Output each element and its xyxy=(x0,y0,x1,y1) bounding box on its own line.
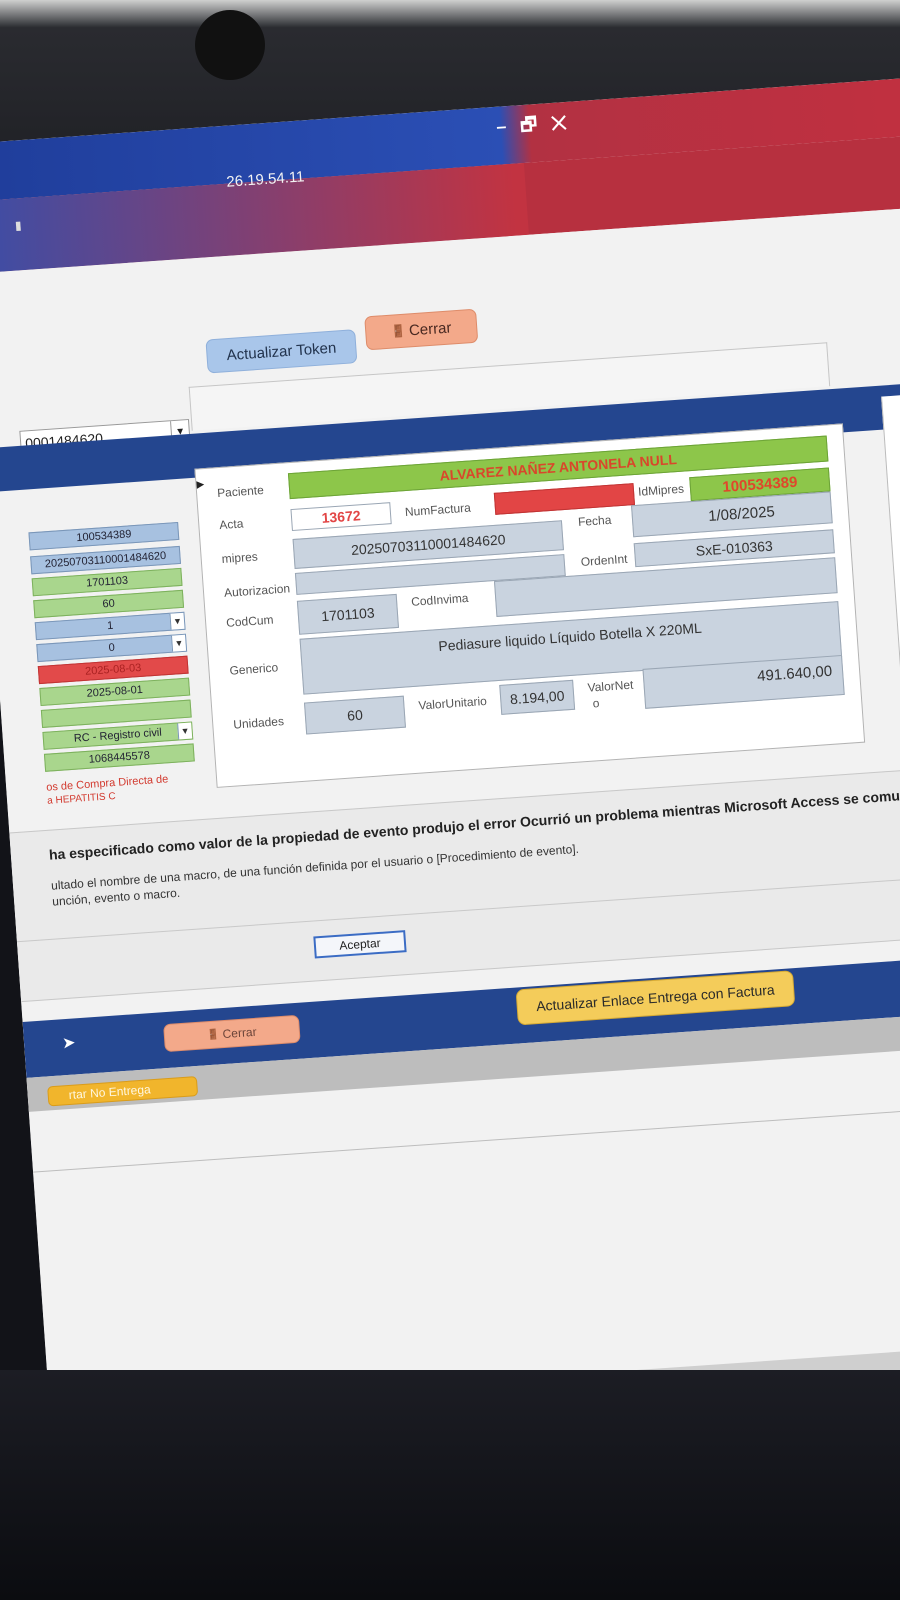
monitor-bezel-bottom xyxy=(0,1370,900,1600)
signal-icon: ▮ xyxy=(14,218,23,233)
left-list-item-text: 1701103 xyxy=(85,574,129,590)
label-generico: Generico xyxy=(229,660,279,678)
label-paciente: Paciente xyxy=(216,482,265,501)
valorunitario-field[interactable]: 8.194,00 xyxy=(499,679,576,715)
cerrar-button[interactable]: 🚪 Cerrar xyxy=(364,308,479,351)
access-window: 26.19.54.11 ▮ –🗗✕ Actualizar Token 🚪 Cer… xyxy=(0,75,900,1432)
restore-icon[interactable]: 🗗 xyxy=(520,113,552,135)
codcum-field[interactable]: 1701103 xyxy=(296,593,399,635)
label-autorizacion: Autorizacion xyxy=(223,581,291,600)
left-list-item-text: 1068445578 xyxy=(88,749,151,766)
door-icon: 🚪 xyxy=(390,323,407,339)
left-list-item-text: RC - Registro civil xyxy=(73,726,163,745)
chevron-down-icon[interactable]: ▼ xyxy=(170,634,187,652)
label-numfactura: NumFactura xyxy=(404,500,472,520)
left-list-item-text: 2025-08-03 xyxy=(84,661,142,678)
webcam xyxy=(195,10,265,80)
door-icon: 🚪 xyxy=(206,1028,221,1041)
actualizar-token-button[interactable]: Actualizar Token xyxy=(205,329,358,374)
label-ordenint: OrdenInt xyxy=(580,551,628,569)
label-valorunitario: ValorUnitario xyxy=(417,693,488,713)
chevron-down-icon[interactable]: ▼ xyxy=(169,612,185,630)
cerrar-label: Cerrar xyxy=(408,318,452,339)
content-divider xyxy=(33,1103,900,1173)
footer-cerrar-label: Cerrar xyxy=(222,1024,258,1042)
left-list-item-text: 20250703110001484620 xyxy=(44,549,167,571)
cursor-icon: ➤ xyxy=(61,1034,77,1053)
numfactura-field[interactable] xyxy=(493,483,636,515)
label-mipres: mipres xyxy=(221,549,259,566)
unidades-field[interactable]: 60 xyxy=(303,695,406,735)
form-area: Actualizar Token 🚪 Cerrar 0001484620 ▼ 9… xyxy=(0,205,900,1432)
label-fecha: Fecha xyxy=(577,512,612,530)
label-idmipres: IdMipres xyxy=(637,481,685,499)
label-acta: Acta xyxy=(218,516,244,533)
photo-scene: 26.19.54.11 ▮ –🗗✕ Actualizar Token 🚪 Cer… xyxy=(0,0,900,1600)
left-list-item-text: 1 xyxy=(106,619,114,633)
aceptar-button[interactable]: Aceptar xyxy=(313,930,407,959)
acta-field[interactable]: 13672 xyxy=(290,502,392,532)
label-valornet-suffix: o xyxy=(592,696,600,711)
record-detail-panel: ▶ Paciente ALVAREZ NAÑEZ ANTONELA NULL I… xyxy=(194,423,866,788)
label-codinvima: CodInvima xyxy=(410,590,469,609)
left-list-item-text: 0 xyxy=(108,641,116,655)
window-controls: –🗗✕ xyxy=(495,109,582,145)
left-list-item-text: 60 xyxy=(102,597,116,611)
left-list-item-text: 2025-08-01 xyxy=(86,683,144,700)
close-icon[interactable]: ✕ xyxy=(550,111,581,133)
label-unidades: Unidades xyxy=(232,714,285,732)
minimize-icon[interactable]: – xyxy=(496,115,521,137)
right-list-panel: 999999 xyxy=(881,391,900,736)
label-codcum: CodCum xyxy=(225,612,274,630)
record-selector-icon[interactable]: ▶ xyxy=(196,479,211,494)
chevron-down-icon[interactable]: ▼ xyxy=(177,722,193,740)
left-list-item[interactable]: 100534389 xyxy=(28,521,180,551)
label-valornet: ValorNet xyxy=(587,677,634,695)
left-list-item-text: 100534389 xyxy=(76,528,132,545)
